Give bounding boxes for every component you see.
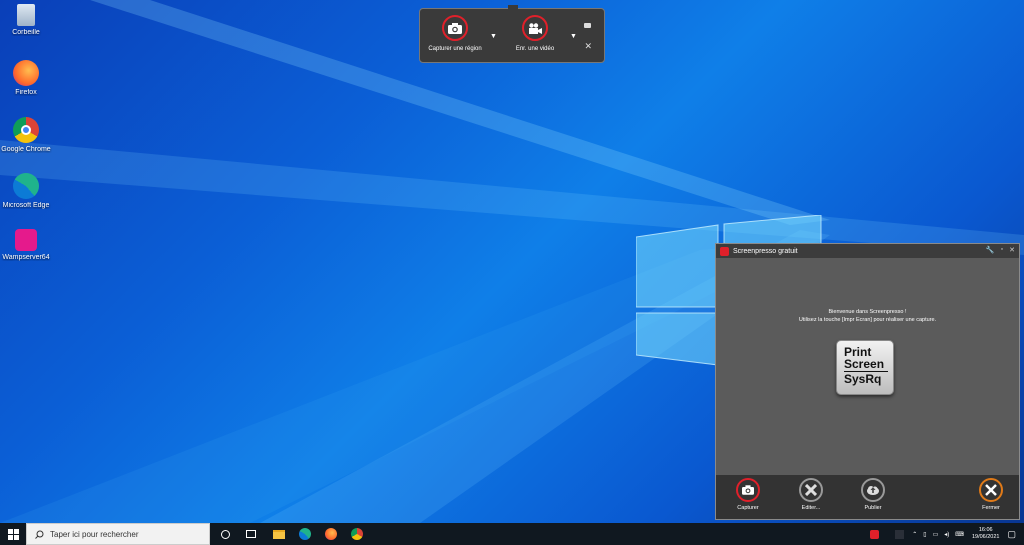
close-label: Fermer: [982, 505, 1000, 511]
volume-icon[interactable]: ◂): [944, 531, 949, 538]
network-icon[interactable]: ▭: [933, 531, 939, 538]
keyboard-icon[interactable]: ⌨: [955, 531, 964, 538]
desktop-icon-wampserver[interactable]: Wampserver64: [0, 229, 52, 261]
close-icon: [979, 478, 1003, 502]
desktop-icon-label: Microsoft Edge: [2, 202, 50, 209]
edit-tools-icon: [799, 478, 823, 502]
camera-icon: [736, 478, 760, 502]
search-icon: [35, 530, 44, 539]
chrome-icon[interactable]: [349, 526, 365, 542]
recycle-bin-icon: [17, 4, 35, 26]
welcome-line-2: Utilisez la touche [Impr Ecran] pour réa…: [798, 317, 937, 323]
key-line-2: Screen: [844, 357, 885, 371]
windows-start-icon: [7, 528, 19, 540]
record-video-dropdown[interactable]: ▼: [570, 33, 577, 40]
capture-toolbar: Capturer une région ▼ Enr. une vidéo ▼ ✕: [419, 5, 605, 63]
cortana-icon[interactable]: [217, 526, 233, 542]
record-video-button[interactable]: Enr. une vidéo: [500, 15, 570, 52]
capture-button[interactable]: Capturer: [723, 478, 773, 511]
desktop-icon-label: Corbeille: [12, 29, 40, 36]
clock[interactable]: 16:06 19/06/2021: [972, 527, 1000, 541]
capture-label: Capturer: [737, 505, 759, 511]
desktop-icon-firefox[interactable]: Firefox: [0, 60, 52, 96]
desktop-icon-label: Wampserver64: [2, 254, 50, 261]
firefox-icon[interactable]: [323, 526, 339, 542]
capture-region-label: Capturer une région: [428, 46, 482, 52]
clock-time: 16:06: [978, 527, 993, 533]
video-camera-icon: [522, 15, 548, 41]
window-close-icon[interactable]: ✕: [1009, 246, 1015, 254]
key-line-3: SysRq: [844, 372, 882, 386]
welcome-line-1: Bienvenue dans Screenpresso !: [828, 309, 907, 315]
desktop-icon-edge[interactable]: Microsoft Edge: [0, 173, 52, 209]
screenpresso-titlebar: Screenpresso gratuit 🔧 ▫ ✕: [716, 244, 1019, 258]
desktop-icon-label: Firefox: [15, 89, 37, 96]
tray-app-icon[interactable]: [895, 529, 905, 539]
screenpresso-tray-icon[interactable]: [870, 529, 880, 539]
screenpresso-action-bar: Capturer Editer... Publier Fermer: [716, 475, 1019, 519]
window-title: Screenpresso gratuit: [733, 247, 798, 255]
record-video-label: Enr. une vidéo: [515, 46, 555, 52]
cloud-upload-icon: [861, 478, 885, 502]
print-screen-key-image: Print Screen SysRq: [836, 340, 894, 395]
toolbar-notch: [508, 5, 518, 9]
edit-label: Editer...: [801, 505, 821, 511]
edit-button[interactable]: Editer...: [786, 478, 836, 511]
publish-button[interactable]: Publier: [848, 478, 898, 511]
desktop-icon-chrome[interactable]: Google Chrome: [0, 117, 52, 153]
start-button[interactable]: [0, 523, 26, 545]
toolbox-icon[interactable]: [584, 23, 591, 28]
show-hidden-icons-icon[interactable]: ⌃: [912, 531, 917, 538]
chrome-icon: [13, 117, 39, 143]
wampserver-icon: [15, 229, 37, 251]
camera-icon: [442, 15, 468, 41]
welcome-text: Bienvenue dans Screenpresso ! Utilisez l…: [716, 308, 1019, 324]
settings-icon[interactable]: 🔧: [986, 246, 995, 254]
notification-center-icon[interactable]: ▢: [1007, 529, 1016, 540]
screenpresso-logo-icon: [720, 246, 729, 256]
file-explorer-icon[interactable]: [271, 526, 287, 542]
close-button[interactable]: Fermer: [966, 478, 1016, 511]
capture-region-button[interactable]: Capturer une région: [420, 15, 490, 52]
publish-label: Publier: [864, 505, 882, 511]
clock-date: 19/06/2021: [971, 534, 1000, 540]
system-tray: ⌃ ▯ ▭ ◂) ⌨ 16:06 19/06/2021 ▢: [870, 523, 1024, 545]
usb-icon[interactable]: ▯: [923, 531, 926, 538]
screenpresso-window: Screenpresso gratuit 🔧 ▫ ✕ Bienvenue dan…: [715, 243, 1020, 520]
task-view-icon[interactable]: [243, 526, 259, 542]
desktop-icon-label: Google Chrome: [1, 146, 51, 153]
edge-icon: [13, 173, 39, 199]
firefox-icon: [13, 60, 39, 86]
taskbar: Taper ici pour rechercher ⌃ ▯ ▭ ◂) ⌨ 16:…: [0, 523, 1024, 545]
close-icon[interactable]: ✕: [584, 41, 592, 52]
search-placeholder: Taper ici pour rechercher: [50, 529, 139, 539]
taskbar-search[interactable]: Taper ici pour rechercher: [26, 523, 210, 545]
capture-region-dropdown[interactable]: ▼: [490, 33, 497, 40]
edge-icon[interactable]: [297, 526, 313, 542]
minimize-icon[interactable]: ▫: [1001, 246, 1003, 254]
desktop-icon-recycle-bin[interactable]: Corbeille: [0, 4, 52, 36]
